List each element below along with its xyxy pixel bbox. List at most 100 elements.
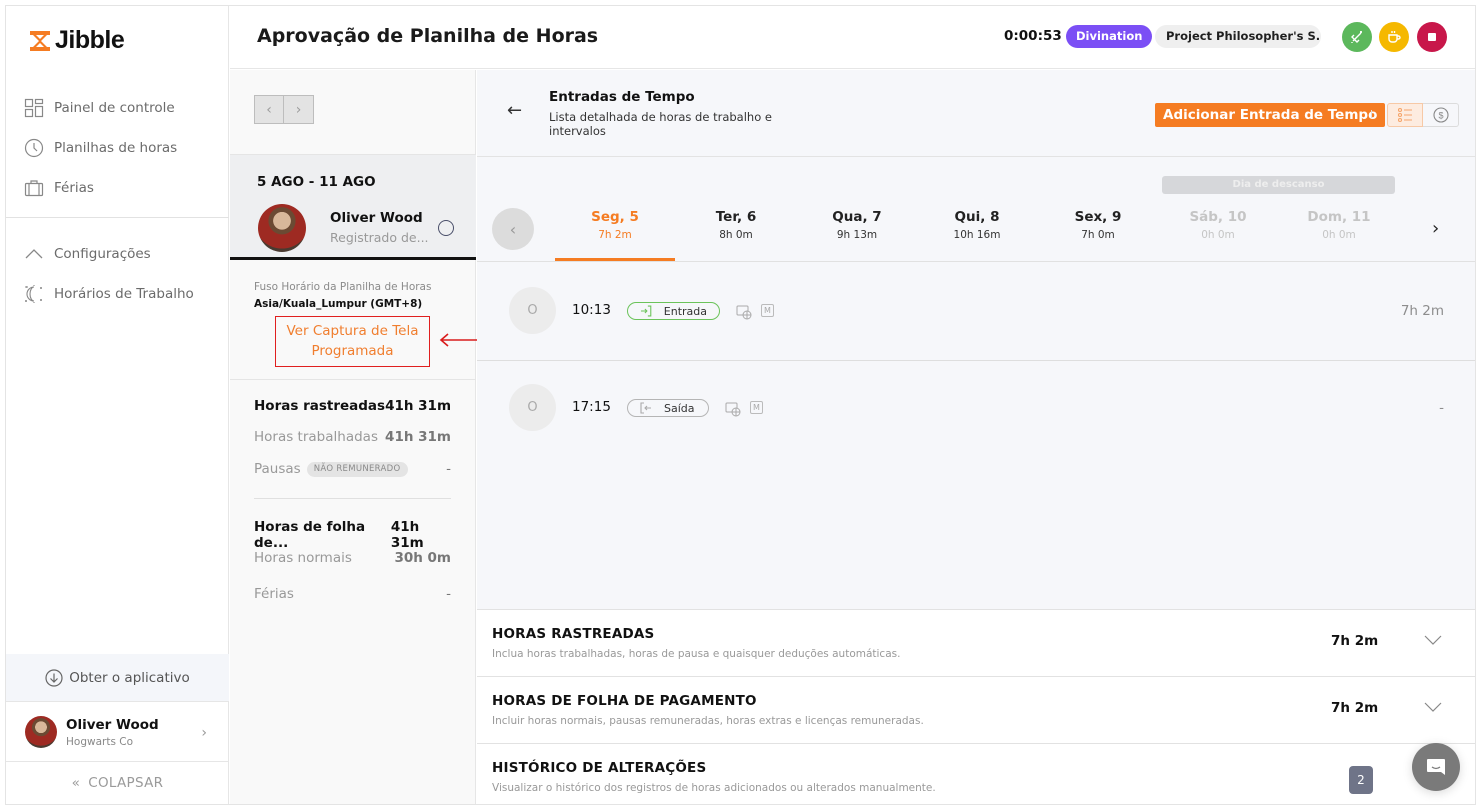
work-schedule-icon xyxy=(25,285,42,303)
stat-label: Horas normais xyxy=(254,550,352,566)
time-entries-panel: ← Entradas de Tempo Lista detalhada de h… xyxy=(477,70,1475,804)
web-source-icon xyxy=(736,305,752,320)
dashboard-icon xyxy=(24,98,44,118)
day-hours: 0h 0m xyxy=(1322,229,1356,241)
list-icon xyxy=(1397,107,1412,123)
section-title: HISTÓRICO DE ALTERAÇÕES xyxy=(492,760,707,776)
day-tab[interactable]: Seg, 5 7h 2m xyxy=(555,209,675,241)
dollar-circle-icon: $ xyxy=(1432,107,1449,123)
approve-select-radio[interactable] xyxy=(438,220,454,236)
day-label: Dom, 11 xyxy=(1307,209,1371,225)
sidebar-item-dashboard[interactable]: Painel de controle xyxy=(6,88,229,128)
stat-value: 41h 31m xyxy=(385,429,451,445)
briefcase-icon xyxy=(24,180,44,197)
tracked-hours-section[interactable]: HORAS RASTREADAS Inclua horas trabalhada… xyxy=(477,609,1475,676)
logo[interactable]: Jibble xyxy=(29,26,125,55)
get-app-button[interactable]: Obter o aplicativo xyxy=(6,654,229,702)
day-label: Seg, 5 xyxy=(591,209,639,225)
view-scheduled-screenshot-link[interactable]: Ver Captura de Tela Programada xyxy=(275,316,430,367)
panel-title: Entradas de Tempo xyxy=(549,89,695,105)
history-count-badge: 2 xyxy=(1349,766,1373,794)
stat-value: - xyxy=(446,461,451,477)
chevron-down-icon[interactable] xyxy=(1424,634,1442,646)
manual-entry-icon: M xyxy=(761,304,774,317)
day-tab[interactable]: Sex, 9 7h 0m xyxy=(1038,209,1158,241)
time-entry-row[interactable]: O 10:13 Entrada M 7h 2m xyxy=(477,263,1475,360)
day-label: Ter, 6 xyxy=(715,209,757,225)
divider xyxy=(230,379,476,380)
time-entry-row[interactable]: O 17:15 Saída M - xyxy=(477,360,1475,457)
chevron-right-icon: › xyxy=(201,725,207,741)
change-history-section[interactable]: HISTÓRICO DE ALTERAÇÕES Visualizar o his… xyxy=(477,743,1475,804)
clock-in-badge: Entrada xyxy=(627,302,720,320)
double-chevron-left-icon: « xyxy=(71,775,81,791)
sidebar-item-label: Configurações xyxy=(54,246,151,262)
day-hours: 10h 16m xyxy=(953,229,1001,241)
employee-name: Oliver Wood xyxy=(330,210,423,226)
top-header: Aprovação de Planilha de Horas 0:00:53 D… xyxy=(230,6,1475,69)
day-tab[interactable]: Qui, 8 10h 16m xyxy=(917,209,1037,241)
clock-in-icon xyxy=(640,305,652,317)
day-label: Sex, 9 xyxy=(1074,209,1122,225)
app-window: Jibble Painel de controle Planilhas de h… xyxy=(5,5,1476,805)
chevron-down-icon[interactable] xyxy=(1424,701,1442,713)
timezone-value: Asia/Kuala_Lumpur (GMT+8) xyxy=(254,298,423,310)
stat-value: 30h 0m xyxy=(394,550,451,566)
entry-time: 17:15 xyxy=(572,399,611,415)
stat-label: Horas rastreadas xyxy=(254,398,386,414)
day-tab[interactable]: Qua, 7 9h 13m xyxy=(797,209,917,241)
entry-avatar: O xyxy=(509,287,556,334)
settings-nav: Configurações Horários de Trabalho xyxy=(6,234,229,314)
project-badge[interactable]: Project Philosopher's S... xyxy=(1155,25,1321,48)
sidebar-item-work-schedules[interactable]: Horários de Trabalho xyxy=(6,274,229,314)
unpaid-badge: NÃO REMUNERADO xyxy=(306,462,408,477)
separator xyxy=(1371,110,1372,118)
payroll-hours-section[interactable]: HORAS DE FOLHA DE PAGAMENTO Incluir hora… xyxy=(477,676,1475,743)
nav-divider xyxy=(6,217,229,218)
section-title: HORAS DE FOLHA DE PAGAMENTO xyxy=(492,693,757,709)
chat-support-button[interactable] xyxy=(1412,743,1460,791)
previous-week-button[interactable]: ‹ xyxy=(254,95,284,124)
day-label: Sáb, 10 xyxy=(1189,209,1247,225)
list-view-button[interactable] xyxy=(1387,103,1423,127)
collapse-button[interactable]: « COLAPSAR xyxy=(6,763,229,803)
entry-time: 10:13 xyxy=(572,302,611,318)
break-button[interactable] xyxy=(1379,22,1409,52)
day-hours: 0h 0m xyxy=(1201,229,1235,241)
profile-org: Hogwarts Co xyxy=(66,735,134,748)
employee-week-card[interactable]: 5 AGO - 11 AGO Oliver Wood Registrado de… xyxy=(230,155,476,260)
switch-icon xyxy=(1351,31,1362,43)
day-hours: 7h 0m xyxy=(1081,229,1115,241)
sidebar: Jibble Painel de controle Planilhas de h… xyxy=(6,6,229,804)
stat-regular-hours: Horas normais 30h 0m xyxy=(254,550,451,566)
activity-badge[interactable]: Divination xyxy=(1066,25,1153,48)
day-tab[interactable]: Ter, 6 8h 0m xyxy=(676,209,796,241)
stop-icon xyxy=(1428,33,1436,41)
back-arrow-icon[interactable]: ← xyxy=(507,100,522,121)
sidebar-item-timesheets[interactable]: Planilhas de horas xyxy=(6,128,229,168)
cost-view-button[interactable]: $ xyxy=(1423,103,1459,127)
switch-activity-button[interactable] xyxy=(1342,22,1372,52)
stat-payroll-hours: Horas de folha de... 41h 31m xyxy=(254,519,451,551)
profile-menu[interactable]: Oliver Wood Hogwarts Co › xyxy=(6,703,229,762)
sidebar-item-settings[interactable]: Configurações xyxy=(6,234,229,274)
clock-icon xyxy=(24,138,44,158)
clock-out-icon xyxy=(640,402,651,414)
day-hours: 8h 0m xyxy=(719,229,753,241)
day-tab[interactable]: Dom, 11 0h 0m xyxy=(1279,209,1399,241)
svg-text:$: $ xyxy=(1438,111,1443,121)
sidebar-item-vacation[interactable]: Férias xyxy=(6,168,229,208)
chevron-up-icon xyxy=(25,249,43,259)
week-pager: ‹ › xyxy=(254,95,314,124)
day-tab[interactable]: Sáb, 10 0h 0m xyxy=(1158,209,1278,241)
previous-day-button[interactable]: ‹ xyxy=(492,208,534,250)
timezone-label: Fuso Horário da Planilha de Horas xyxy=(254,281,432,293)
next-day-button[interactable]: › xyxy=(1432,218,1439,239)
entry-avatar: O xyxy=(509,384,556,431)
next-week-button[interactable]: › xyxy=(284,95,314,124)
stat-label: Horas de folha de... xyxy=(254,519,366,551)
stat-label: Horas trabalhadas xyxy=(254,429,378,445)
section-value: 7h 2m xyxy=(1331,633,1379,649)
add-time-entry-button[interactable]: Adicionar Entrada de Tempo xyxy=(1155,103,1386,127)
stop-timer-button[interactable] xyxy=(1417,22,1447,52)
